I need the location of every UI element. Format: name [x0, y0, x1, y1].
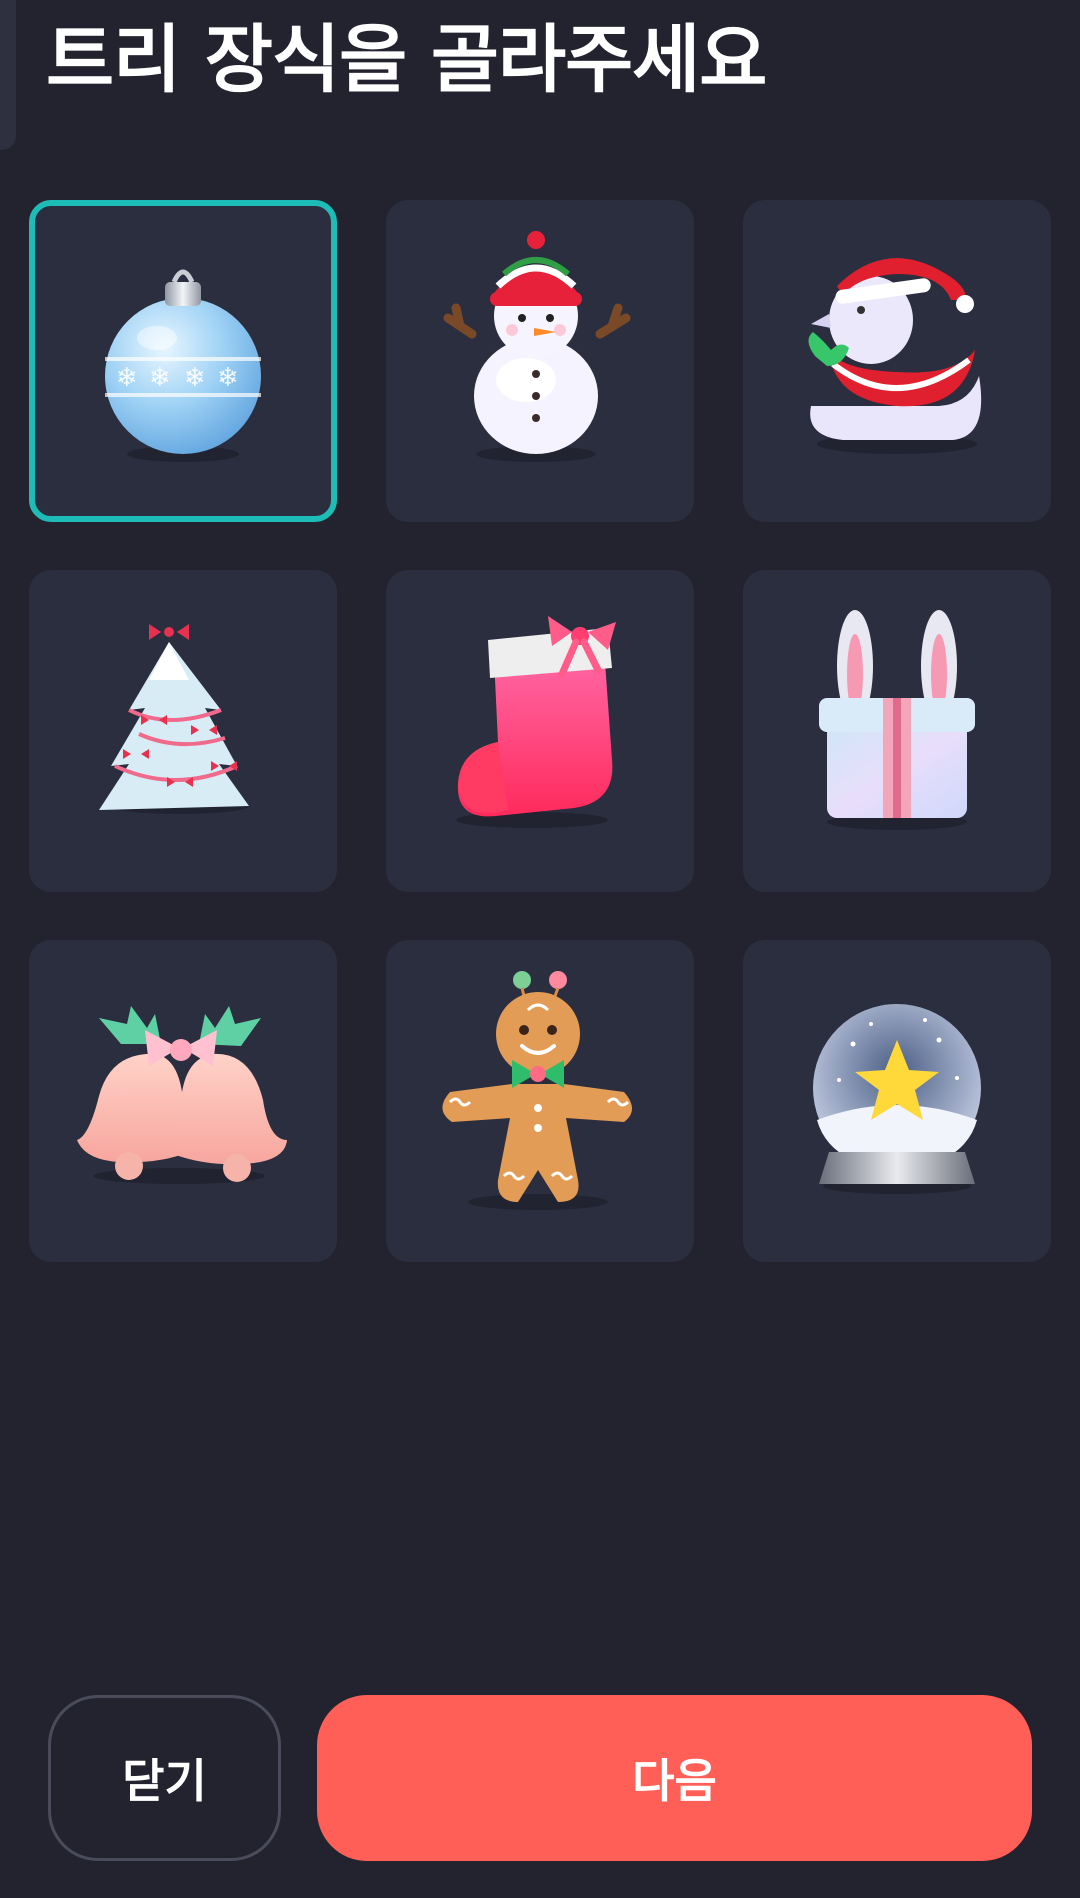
next-button-label: 다음 — [632, 1754, 717, 1808]
page-title: 트리 장식을 골라주세요 — [46, 17, 767, 103]
gingerbread-man-icon — [442, 971, 632, 1210]
close-button-label: 닫기 — [122, 1754, 207, 1808]
edge-handle — [0, 0, 16, 150]
christmas-bells-icon — [77, 1006, 287, 1184]
snowman-icon — [443, 231, 631, 462]
snowy-christmas-tree-icon — [99, 624, 249, 814]
ornament-option-stocking[interactable] — [386, 570, 694, 892]
svg-text:❄: ❄ — [184, 363, 206, 393]
ornament-option-snow-globe[interactable] — [743, 940, 1051, 1262]
christmas-stocking-icon — [456, 616, 616, 828]
ornament-option-snowman[interactable] — [386, 200, 694, 522]
star-snow-globe-icon — [813, 1004, 981, 1194]
ornament-option-tree[interactable] — [29, 570, 337, 892]
blue-ornament-ball-icon: ❄ ❄ ❄ ❄ — [105, 269, 261, 462]
close-button[interactable]: 닫기 — [48, 1695, 281, 1861]
svg-text:❄: ❄ — [149, 363, 171, 393]
svg-text:❄: ❄ — [217, 363, 239, 393]
ornament-option-gift[interactable] — [743, 570, 1051, 892]
ornament-picker-screen: 트리 장식을 골라주세요 ❄ ❄ ❄ ❄ 닫기 다음 — [0, 0, 1080, 1898]
bunny-ear-gift-box-icon — [819, 610, 975, 830]
santa-hat-duck-icon — [808, 258, 982, 454]
ornament-option-duck[interactable] — [743, 200, 1051, 522]
ornament-option-ball[interactable]: ❄ ❄ ❄ ❄ — [29, 200, 337, 522]
svg-text:❄: ❄ — [116, 363, 138, 393]
ornament-grid: ❄ ❄ ❄ ❄ — [29, 200, 1051, 1262]
next-button[interactable]: 다음 — [317, 1695, 1032, 1861]
ornament-option-gingerbread[interactable] — [386, 940, 694, 1262]
ornament-option-bells[interactable] — [29, 940, 337, 1262]
